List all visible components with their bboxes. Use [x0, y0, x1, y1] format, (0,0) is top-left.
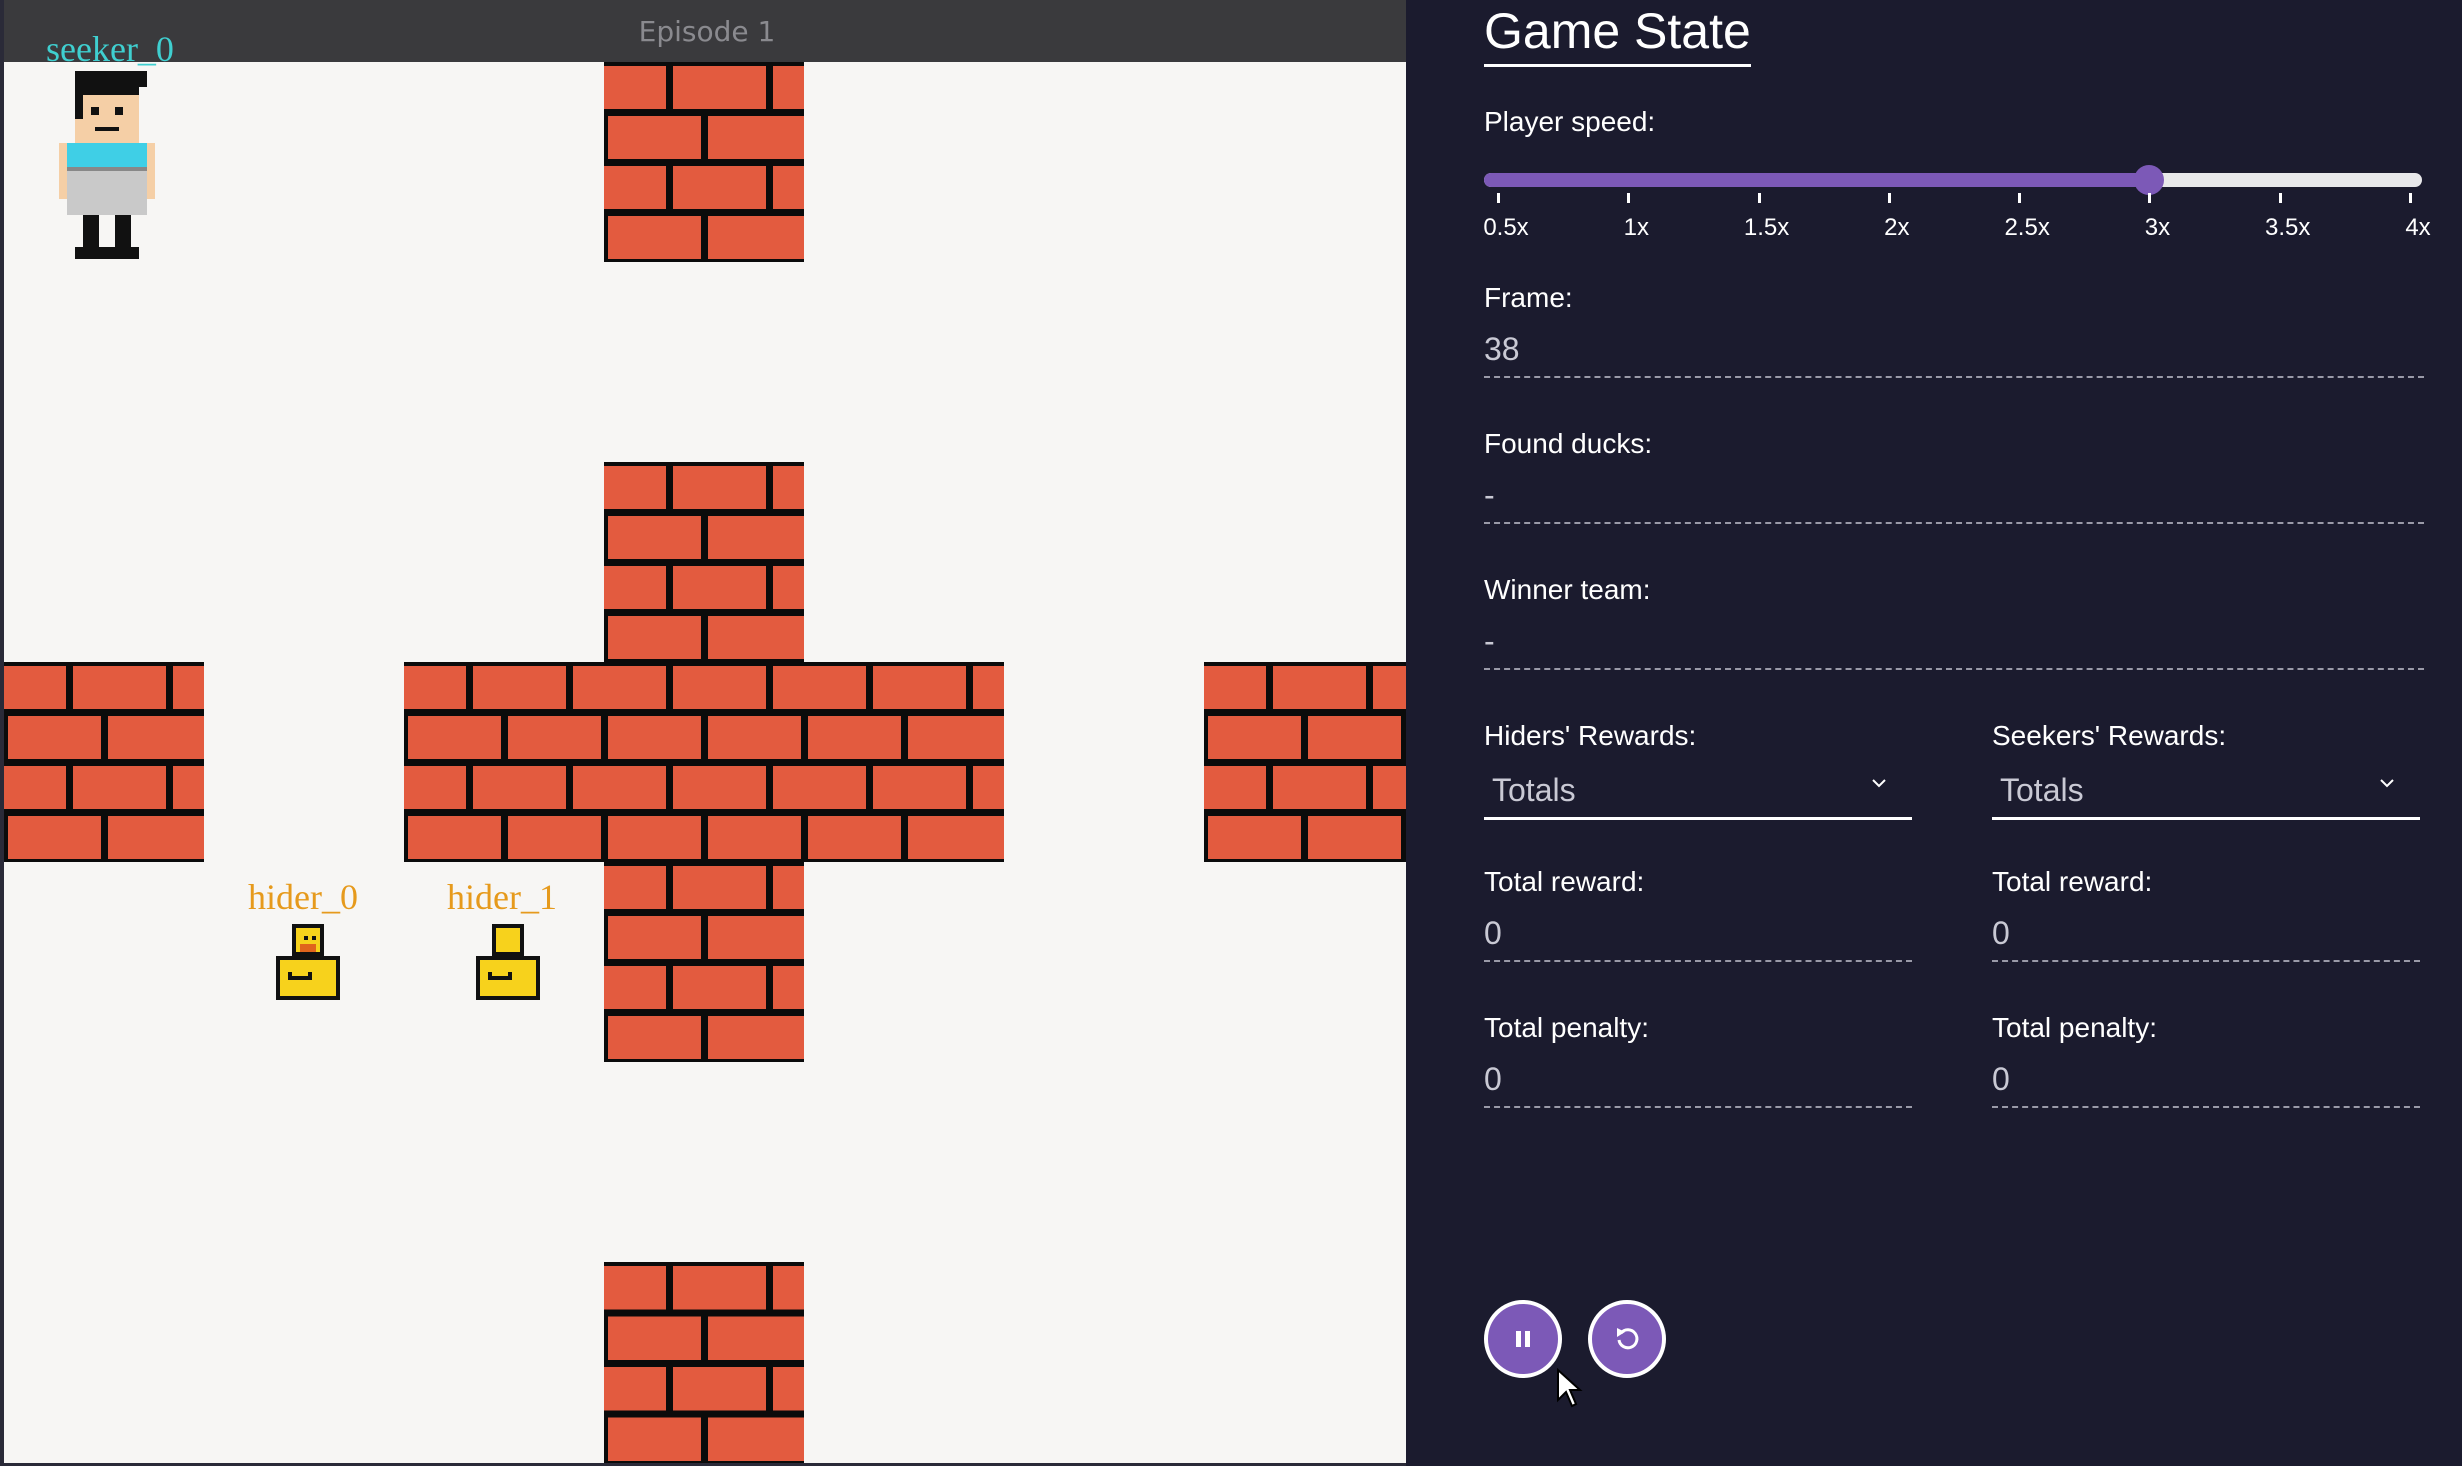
slider-tick: [1497, 193, 1500, 203]
brick-wall: [604, 462, 804, 662]
episode-title: Episode 1: [4, 0, 1406, 62]
duck-sprite: [476, 924, 540, 1000]
player-speed-label: Player speed:: [1484, 106, 1656, 137]
seekers-total-reward-label: Total reward:: [1992, 866, 2153, 897]
seekers-rewards-select[interactable]: Totals: [1992, 768, 2420, 820]
slider-tick-label: 2x: [1884, 214, 1910, 241]
winner-team-value: -: [1484, 618, 2424, 670]
hiders-total-reward-value: 0: [1484, 910, 1912, 962]
seekers-rewards-select-value: Totals: [2000, 772, 2084, 808]
slider-tick: [2409, 193, 2412, 203]
seekers-total-penalty-value: 0: [1992, 1056, 2420, 1108]
hiders-rewards-select[interactable]: Totals: [1484, 768, 1912, 820]
slider-tick-label: 0.5x: [1483, 214, 1529, 241]
slider-tick: [2148, 193, 2152, 203]
restart-icon: [1617, 1328, 1639, 1350]
frame-label: Frame:: [1484, 282, 1573, 313]
hiders-rewards-label: Hiders' Rewards:: [1484, 720, 1697, 751]
hider-label: hider_0: [248, 877, 358, 917]
brick-wall: [4, 662, 204, 862]
seekers-total-reward-value: 0: [1992, 910, 2420, 962]
found-ducks-label: Found ducks:: [1484, 428, 1653, 459]
slider-tick-label: 2.5x: [2004, 214, 2050, 241]
seeker-label: seeker_0: [46, 29, 174, 69]
brick-wall: [1204, 662, 1406, 862]
slider-thumb[interactable]: [2134, 165, 2165, 195]
pause-button[interactable]: [1484, 1300, 1562, 1378]
slider-tick: [1627, 193, 1631, 203]
game-state-panel: Game State Player speed: 0.5x 1x 1.5x 2x 2.5…: [1406, 0, 2462, 1466]
restart-button[interactable]: [1588, 1300, 1666, 1378]
brick-wall: [404, 662, 1004, 862]
seekers-total-penalty-label: Total penalty:: [1992, 1012, 2157, 1043]
slider-tick-label: 3.5x: [2265, 214, 2311, 241]
slider-tick-label: 1.5x: [1743, 214, 1790, 241]
player-speed-slider[interactable]: [1484, 165, 2422, 195]
chevron-down-icon: [1872, 779, 1886, 788]
seekers-rewards-label: Seekers' Rewards:: [1992, 720, 2227, 751]
mouse-cursor-icon: [1557, 1368, 1583, 1408]
game-canvas: Episode 1 seeker_0 hider_0 hider_1: [0, 0, 1406, 1466]
slider-tick-label: 3x: [2144, 214, 2171, 241]
hider-label: hider_1: [447, 877, 557, 917]
pause-icon: [1516, 1331, 1530, 1347]
brick-wall: [604, 862, 804, 1062]
frame-value: 38: [1484, 326, 2424, 378]
hiders-total-reward-label: Total reward:: [1484, 866, 1645, 897]
slider-tick: [2018, 193, 2022, 203]
slider-tick-label: 1x: [1623, 214, 1649, 241]
brick-wall: [604, 62, 804, 262]
duck-sprite: [276, 924, 340, 1000]
brick-wall: [604, 1262, 804, 1463]
found-ducks-value: -: [1484, 472, 2424, 524]
seeker-sprite: [59, 71, 155, 259]
slider-fill: [1484, 173, 2150, 187]
winner-team-label: Winner team:: [1484, 574, 1651, 605]
slider-tick: [1757, 193, 1761, 203]
hiders-rewards-select-value: Totals: [1492, 772, 1576, 808]
slider-tick: [2278, 193, 2282, 203]
hiders-total-penalty-value: 0: [1484, 1056, 1912, 1108]
chevron-down-icon: [2380, 779, 2394, 788]
panel-title: Game State: [1484, 0, 1751, 67]
slider-tick: [1887, 193, 1891, 203]
slider-tick-label: 4x: [2405, 214, 2431, 241]
hiders-total-penalty-label: Total penalty:: [1484, 1012, 1649, 1043]
